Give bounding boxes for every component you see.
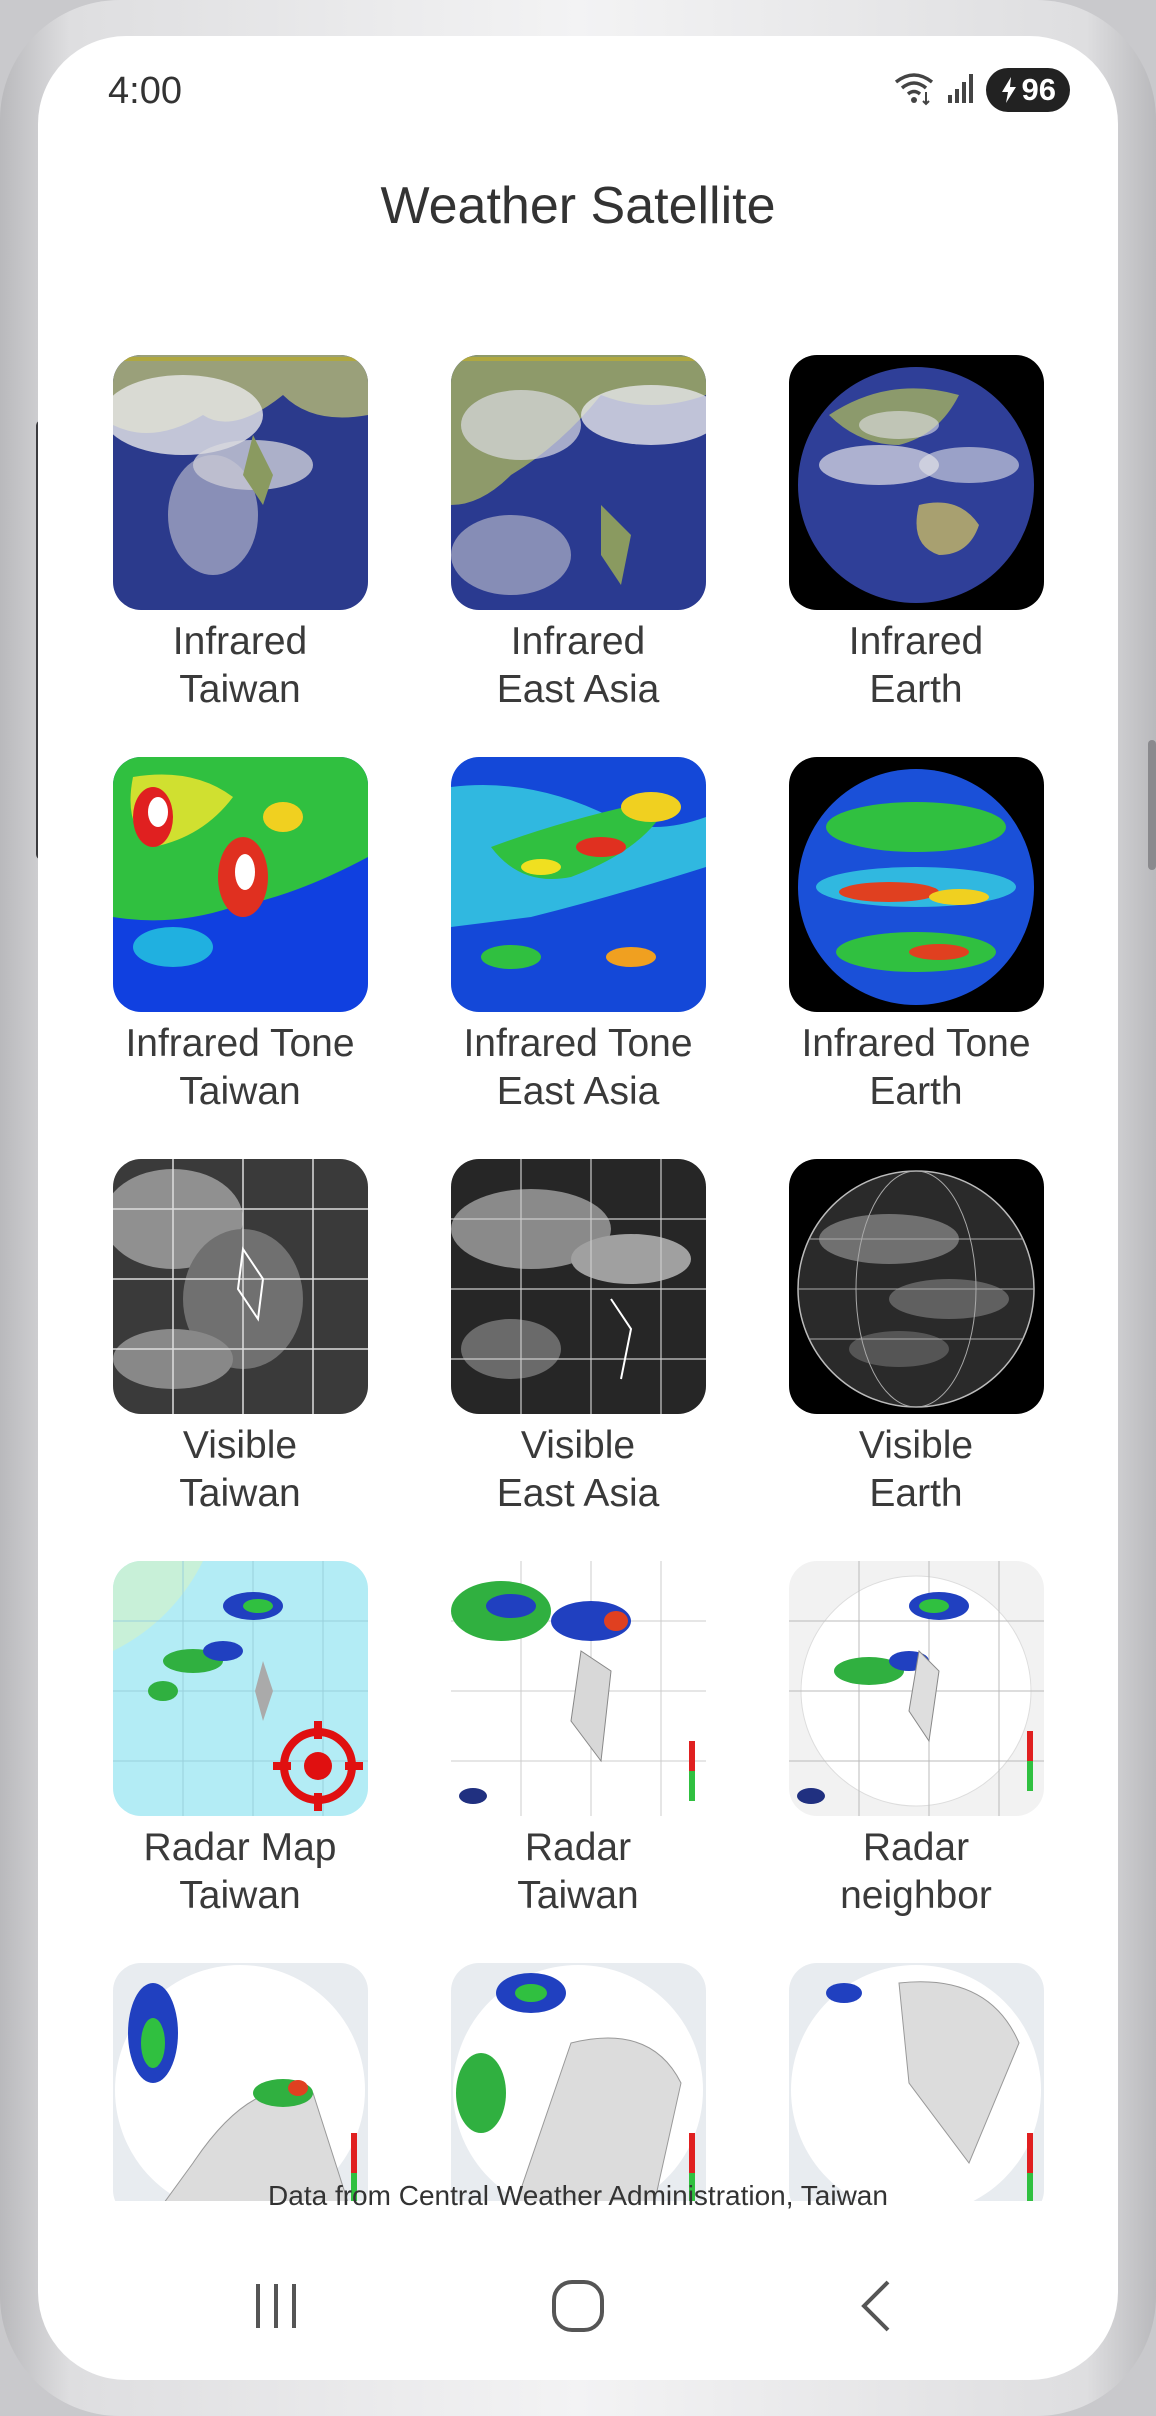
tile-label-line2: Earth xyxy=(869,1070,963,1113)
tile-label-line2: Taiwan xyxy=(179,1070,301,1113)
tile-radar-central[interactable] xyxy=(428,1963,728,2201)
tile-infrared-tone-taiwan[interactable]: Infrared Tone Taiwan xyxy=(90,757,390,1116)
wifi-icon xyxy=(892,70,936,111)
infrared-tone-east-asia-thumbnail xyxy=(450,757,706,1012)
radar-map-taiwan-thumbnail xyxy=(112,1561,368,1816)
radar-taiwan-thumbnail xyxy=(450,1561,706,1816)
infrared-taiwan-thumbnail xyxy=(112,355,368,610)
app-screen: 4:00 96 Weather Satellite Infrared Taiwa… xyxy=(38,36,1118,2380)
tile-label-line1: Visible xyxy=(520,1424,636,1467)
data-source-note: Data from Central Weather Administration… xyxy=(268,2180,888,2211)
page-title: Weather Satellite xyxy=(380,177,776,235)
status-time: 4:00 xyxy=(108,70,182,112)
tile-label-line2: Taiwan xyxy=(179,1874,301,1917)
system-nav-bar xyxy=(38,2266,1118,2346)
tile-infrared-east-asia[interactable]: Infrared East Asia xyxy=(428,355,728,714)
radar-central-thumbnail xyxy=(450,1963,706,2201)
tile-visible-taiwan[interactable]: Visible Taiwan xyxy=(90,1159,390,1518)
radar-north-thumbnail xyxy=(112,1963,368,2201)
tile-radar-south[interactable] xyxy=(766,1963,1066,2201)
tile-radar-taiwan[interactable]: Radar Taiwan xyxy=(428,1561,728,1920)
tile-label-line1: Radar xyxy=(524,1826,632,1869)
tile-label-line2: East Asia xyxy=(496,1070,660,1113)
home-icon[interactable] xyxy=(518,2266,638,2346)
tile-infrared-tone-earth[interactable]: Infrared Tone Earth xyxy=(766,757,1066,1116)
radar-neighbor-thumbnail xyxy=(788,1561,1044,1816)
tile-label-line1: Infrared Tone xyxy=(463,1022,693,1065)
infrared-tone-taiwan-thumbnail xyxy=(112,757,368,1012)
tile-radar-map-taiwan[interactable]: Radar Map Taiwan xyxy=(90,1561,390,1920)
back-icon[interactable] xyxy=(818,2266,938,2346)
tile-label-line2: neighbor xyxy=(840,1874,992,1917)
tile-label-line2: Earth xyxy=(869,1472,963,1515)
tile-label-line2: Earth xyxy=(869,668,963,711)
tile-label-line2: Taiwan xyxy=(179,668,301,711)
tile-radar-neighbor[interactable]: Radar neighbor xyxy=(766,1561,1066,1920)
visible-taiwan-thumbnail xyxy=(112,1159,368,1414)
visible-earth-thumbnail xyxy=(788,1159,1044,1414)
tile-label-line1: Visible xyxy=(858,1424,974,1467)
visible-east-asia-thumbnail xyxy=(450,1159,706,1414)
recent-apps-icon[interactable] xyxy=(216,2266,336,2346)
tile-label-line1: Infrared xyxy=(172,620,308,663)
tile-label-line1: Infrared Tone xyxy=(801,1022,1031,1065)
tile-label-line2: Taiwan xyxy=(517,1874,639,1917)
tile-label-line1: Radar xyxy=(862,1826,970,1869)
status-bar: 4:00 96 xyxy=(38,36,1118,146)
infrared-east-asia-thumbnail xyxy=(450,355,706,610)
tile-label-line1: Infrared xyxy=(510,620,646,663)
side-button-right xyxy=(1148,740,1156,870)
tile-infrared-taiwan[interactable]: Infrared Taiwan xyxy=(90,355,390,714)
signal-icon xyxy=(946,71,976,110)
tile-label-line2: East Asia xyxy=(496,668,660,711)
tile-label-line1: Radar Map xyxy=(143,1826,337,1869)
tile-infrared-tone-east-asia[interactable]: Infrared Tone East Asia xyxy=(428,757,728,1116)
tile-infrared-earth[interactable]: Infrared Earth xyxy=(766,355,1066,714)
tile-label-line1: Infrared xyxy=(848,620,984,663)
tile-label-line2: East Asia xyxy=(496,1472,660,1515)
tile-visible-earth[interactable]: Visible Earth xyxy=(766,1159,1066,1518)
infrared-earth-thumbnail xyxy=(788,355,1044,610)
radar-south-thumbnail xyxy=(788,1963,1044,2201)
tile-label-line2: Taiwan xyxy=(179,1472,301,1515)
tile-visible-east-asia[interactable]: Visible East Asia xyxy=(428,1159,728,1518)
tile-label-line1: Infrared Tone xyxy=(125,1022,355,1065)
infrared-tone-earth-thumbnail xyxy=(788,757,1044,1012)
tile-label-line1: Visible xyxy=(182,1424,298,1467)
tile-radar-north[interactable] xyxy=(90,1963,390,2201)
battery-level: 96 xyxy=(1021,72,1056,107)
satellite-grid: Infrared Taiwan Infrared East Asia Infra… xyxy=(38,321,1118,2201)
battery-charging-icon: 96 xyxy=(985,68,1070,112)
